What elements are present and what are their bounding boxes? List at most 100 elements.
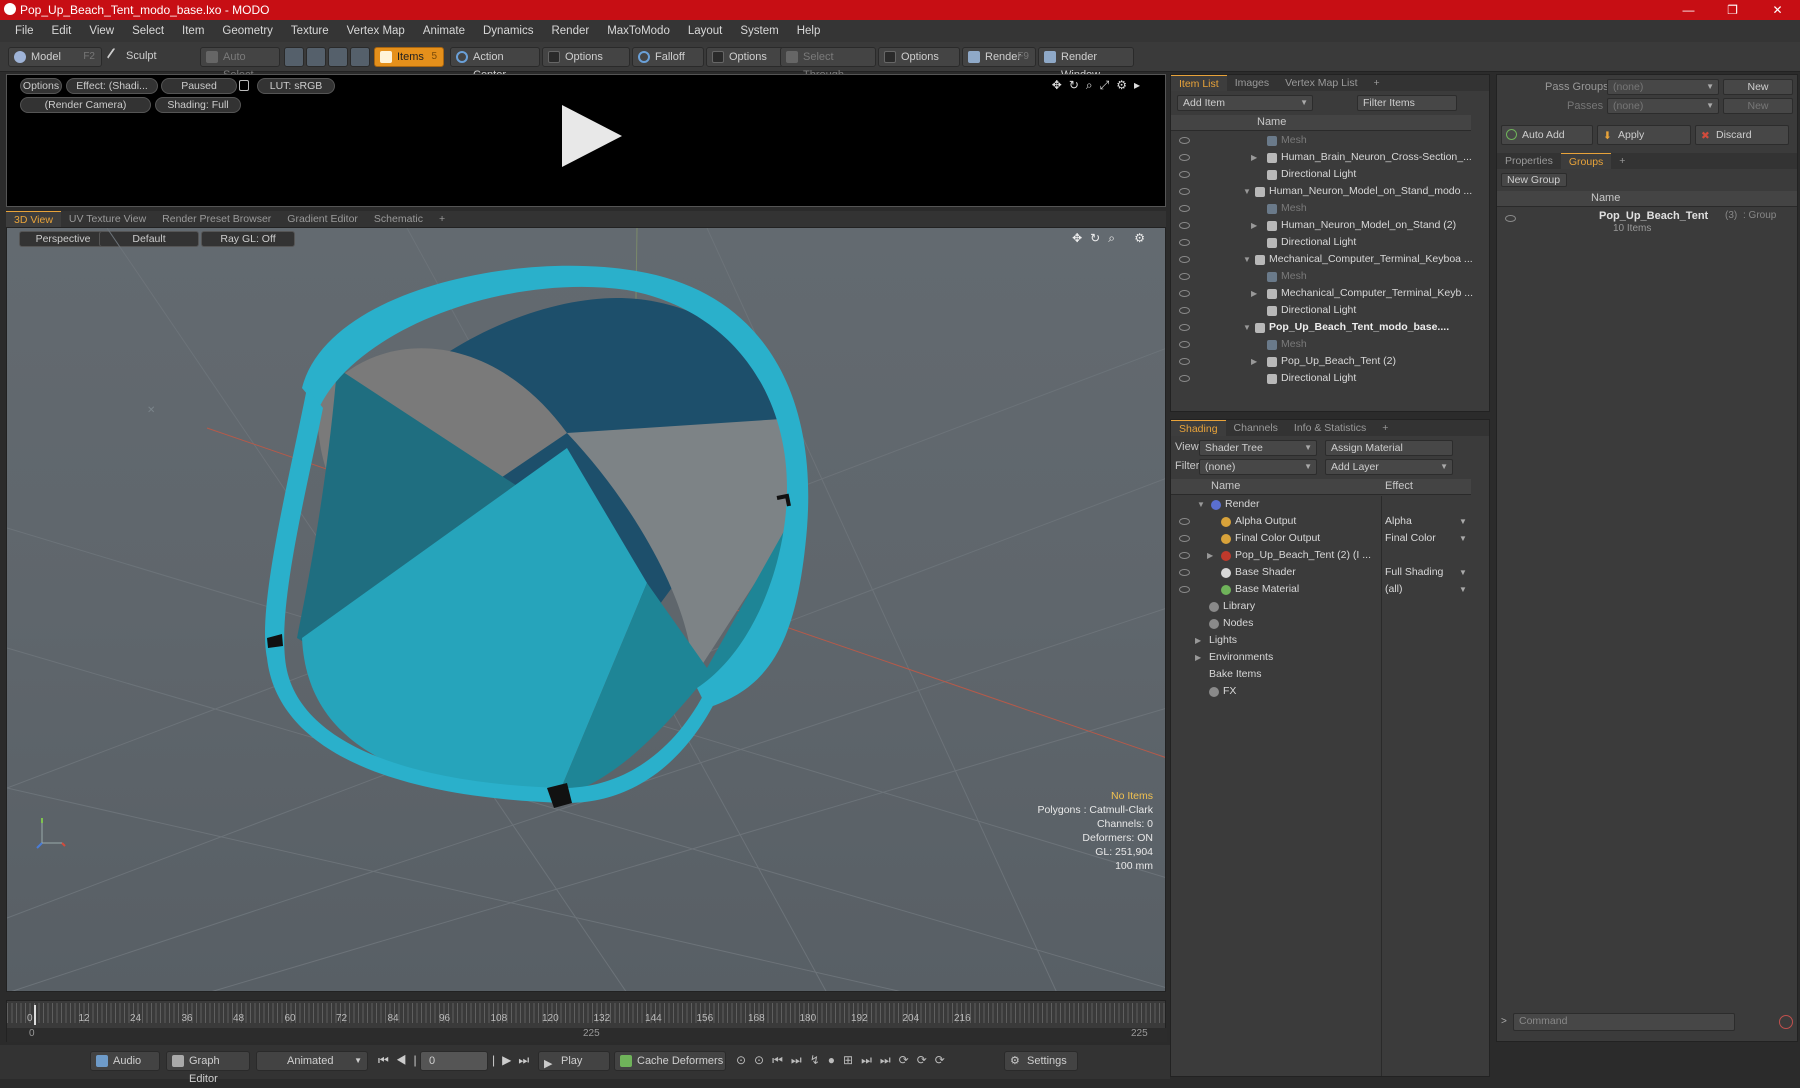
groups-tab-0[interactable]: Properties xyxy=(1497,153,1561,169)
collapse-icon[interactable]: ▼ xyxy=(1197,496,1205,513)
play-button[interactable]: ▶ Play xyxy=(538,1051,610,1071)
render-button[interactable]: Render F9 xyxy=(962,47,1036,67)
frame-input[interactable]: 0 xyxy=(420,1051,488,1071)
itemlist-tab-0[interactable]: Item List xyxy=(1171,75,1227,91)
shader-row[interactable]: FX xyxy=(1171,683,1471,700)
eye-icon[interactable] xyxy=(1179,586,1190,593)
shader-row[interactable]: Alpha Output Alpha ▼ xyxy=(1171,513,1471,530)
play-icon[interactable] xyxy=(562,105,622,167)
eye-icon[interactable] xyxy=(1179,222,1190,229)
chevron-down-icon[interactable]: ▼ xyxy=(1459,513,1467,530)
menu-file[interactable]: File xyxy=(6,25,43,37)
model-button[interactable]: Model F2 xyxy=(8,47,102,67)
item-row[interactable]: ▼ Human_Neuron_Model_on_Stand_modo ... xyxy=(1171,183,1472,200)
item-row[interactable]: Directional Light xyxy=(1171,234,1471,251)
eye-icon[interactable] xyxy=(1179,358,1190,365)
collapse-icon[interactable]: ▼ xyxy=(1243,319,1251,336)
new-group-button[interactable]: New Group xyxy=(1501,173,1567,187)
eye-icon[interactable] xyxy=(1179,535,1190,542)
render-preview[interactable]: Options Effect: (Shadi... Paused LUT: sR… xyxy=(6,74,1166,207)
shader-row[interactable]: Base Material (all) ▼ xyxy=(1171,581,1471,598)
item-row[interactable]: Mesh xyxy=(1171,268,1471,285)
shading-tab-0[interactable]: Shading xyxy=(1171,420,1226,436)
eye-icon[interactable] xyxy=(1179,324,1190,331)
lock-icon[interactable] xyxy=(239,80,249,91)
audio-button[interactable]: Audio xyxy=(90,1051,160,1071)
paused-toggle[interactable]: Paused xyxy=(161,78,237,94)
item-row[interactable]: Directional Light xyxy=(1171,370,1471,387)
menu-render[interactable]: Render xyxy=(542,25,598,37)
item-row[interactable]: Mesh xyxy=(1171,336,1471,353)
item-row[interactable]: Directional Light xyxy=(1171,302,1471,319)
select-through-button[interactable]: Select Through xyxy=(780,47,876,81)
item-row[interactable]: Directional Light xyxy=(1171,166,1471,183)
preview-options-button[interactable]: Options xyxy=(20,78,62,94)
record-icon[interactable] xyxy=(1779,1015,1793,1029)
menu-help[interactable]: Help xyxy=(788,25,830,37)
eye-icon[interactable] xyxy=(1179,205,1190,212)
command-input[interactable]: Command xyxy=(1513,1013,1735,1031)
lut-dropdown[interactable]: LUT: sRGB xyxy=(257,78,335,94)
item-row[interactable]: ▼ Pop_Up_Beach_Tent_modo_base.... xyxy=(1171,319,1471,336)
expand-icon[interactable]: ▶ xyxy=(1251,285,1257,302)
eye-icon[interactable] xyxy=(1179,375,1190,382)
item-row[interactable]: ▼ Mechanical_Computer_Terminal_Keyboa ... xyxy=(1171,251,1473,268)
shading-dropdown[interactable]: Shading: Full xyxy=(155,97,241,113)
animated-dropdown[interactable]: Animated ▼ xyxy=(256,1051,368,1071)
shader-row[interactable]: Final Color Output Final Color ▼ xyxy=(1171,530,1471,547)
groups-tab-1[interactable]: Groups xyxy=(1560,153,1612,169)
select-through-options-button[interactable]: Options xyxy=(878,47,960,67)
menu-edit[interactable]: Edit xyxy=(43,25,81,37)
shader-row[interactable]: Base Shader Full Shading ▼ xyxy=(1171,564,1471,581)
item-row[interactable]: Mesh xyxy=(1171,132,1471,149)
eye-icon[interactable] xyxy=(1179,171,1190,178)
sculpt-button[interactable]: Sculpt xyxy=(104,47,190,67)
add-item-dropdown[interactable]: Add Item ▼ xyxy=(1177,95,1313,111)
render-window-button[interactable]: Render Window xyxy=(1038,47,1134,81)
effect-dropdown[interactable]: Effect: (Shadi... xyxy=(66,78,158,94)
view-dropdown[interactable]: Shader Tree ▼ xyxy=(1199,440,1317,456)
menu-vertex-map[interactable]: Vertex Map xyxy=(338,25,414,37)
expand-icon[interactable]: ▶ xyxy=(1195,632,1201,649)
playhead[interactable] xyxy=(34,1005,36,1025)
skip-forward-icons[interactable]: |▶⏭ xyxy=(492,1053,536,1068)
add-layer-dropdown[interactable]: Add Layer ▼ xyxy=(1325,459,1453,475)
expand-icon[interactable]: ▶ xyxy=(1195,649,1201,666)
item-row[interactable]: Mesh xyxy=(1171,200,1471,217)
range-bar[interactable]: 0 225 225 xyxy=(7,1028,1167,1042)
polygon-mode-icon[interactable] xyxy=(328,47,348,67)
menu-item[interactable]: Item xyxy=(173,25,213,37)
items-button[interactable]: Items 5 xyxy=(374,47,444,67)
eye-icon[interactable] xyxy=(1179,137,1190,144)
shader-row[interactable]: Library xyxy=(1171,598,1471,615)
shader-row[interactable]: ▼ Render xyxy=(1171,496,1471,513)
expand-icon[interactable]: ▶ xyxy=(1207,547,1213,564)
itemlist-tab-1[interactable]: Images xyxy=(1227,75,1277,91)
chevron-down-icon[interactable]: ▼ xyxy=(1459,564,1467,581)
shader-row[interactable]: ▶ Environments xyxy=(1171,649,1471,666)
eye-icon[interactable] xyxy=(1179,256,1190,263)
menu-dynamics[interactable]: Dynamics xyxy=(474,25,542,37)
shading-tab-3[interactable]: + xyxy=(1374,420,1396,436)
eye-icon[interactable] xyxy=(1179,239,1190,246)
close-button[interactable]: ✕ xyxy=(1755,0,1800,20)
eye-icon[interactable] xyxy=(1179,569,1190,576)
maximize-button[interactable]: ❐ xyxy=(1710,0,1755,20)
viewport-tab-2[interactable]: Render Preset Browser xyxy=(154,211,279,227)
auto-select-button[interactable]: Auto Select xyxy=(200,47,280,81)
menu-select[interactable]: Select xyxy=(123,25,173,37)
viewport-tab-5[interactable]: + xyxy=(431,211,453,227)
group-row[interactable]: Pop_Up_Beach_Tent (3) : Group 10 Items xyxy=(1497,209,1797,239)
cache-deformers-button[interactable]: Cache Deformers xyxy=(614,1051,726,1071)
groups-tab-2[interactable]: + xyxy=(1611,153,1633,169)
itemlist-tab-2[interactable]: Vertex Map List xyxy=(1277,75,1365,91)
collapse-icon[interactable]: ▼ xyxy=(1243,251,1251,268)
effect-value[interactable]: Alpha xyxy=(1385,513,1412,530)
effect-value[interactable]: (all) xyxy=(1385,581,1403,598)
filter-items-input[interactable]: Filter Items xyxy=(1357,95,1457,111)
action-center-button[interactable]: Action Center xyxy=(450,47,540,81)
expand-icon[interactable]: ▶ xyxy=(1251,353,1257,370)
eye-icon[interactable] xyxy=(1179,552,1190,559)
3d-viewport[interactable]: Perspective Default Ray GL: Off ✥↻⌕ ⚙ ✕ … xyxy=(6,227,1166,992)
collapse-icon[interactable]: ▼ xyxy=(1243,183,1251,200)
